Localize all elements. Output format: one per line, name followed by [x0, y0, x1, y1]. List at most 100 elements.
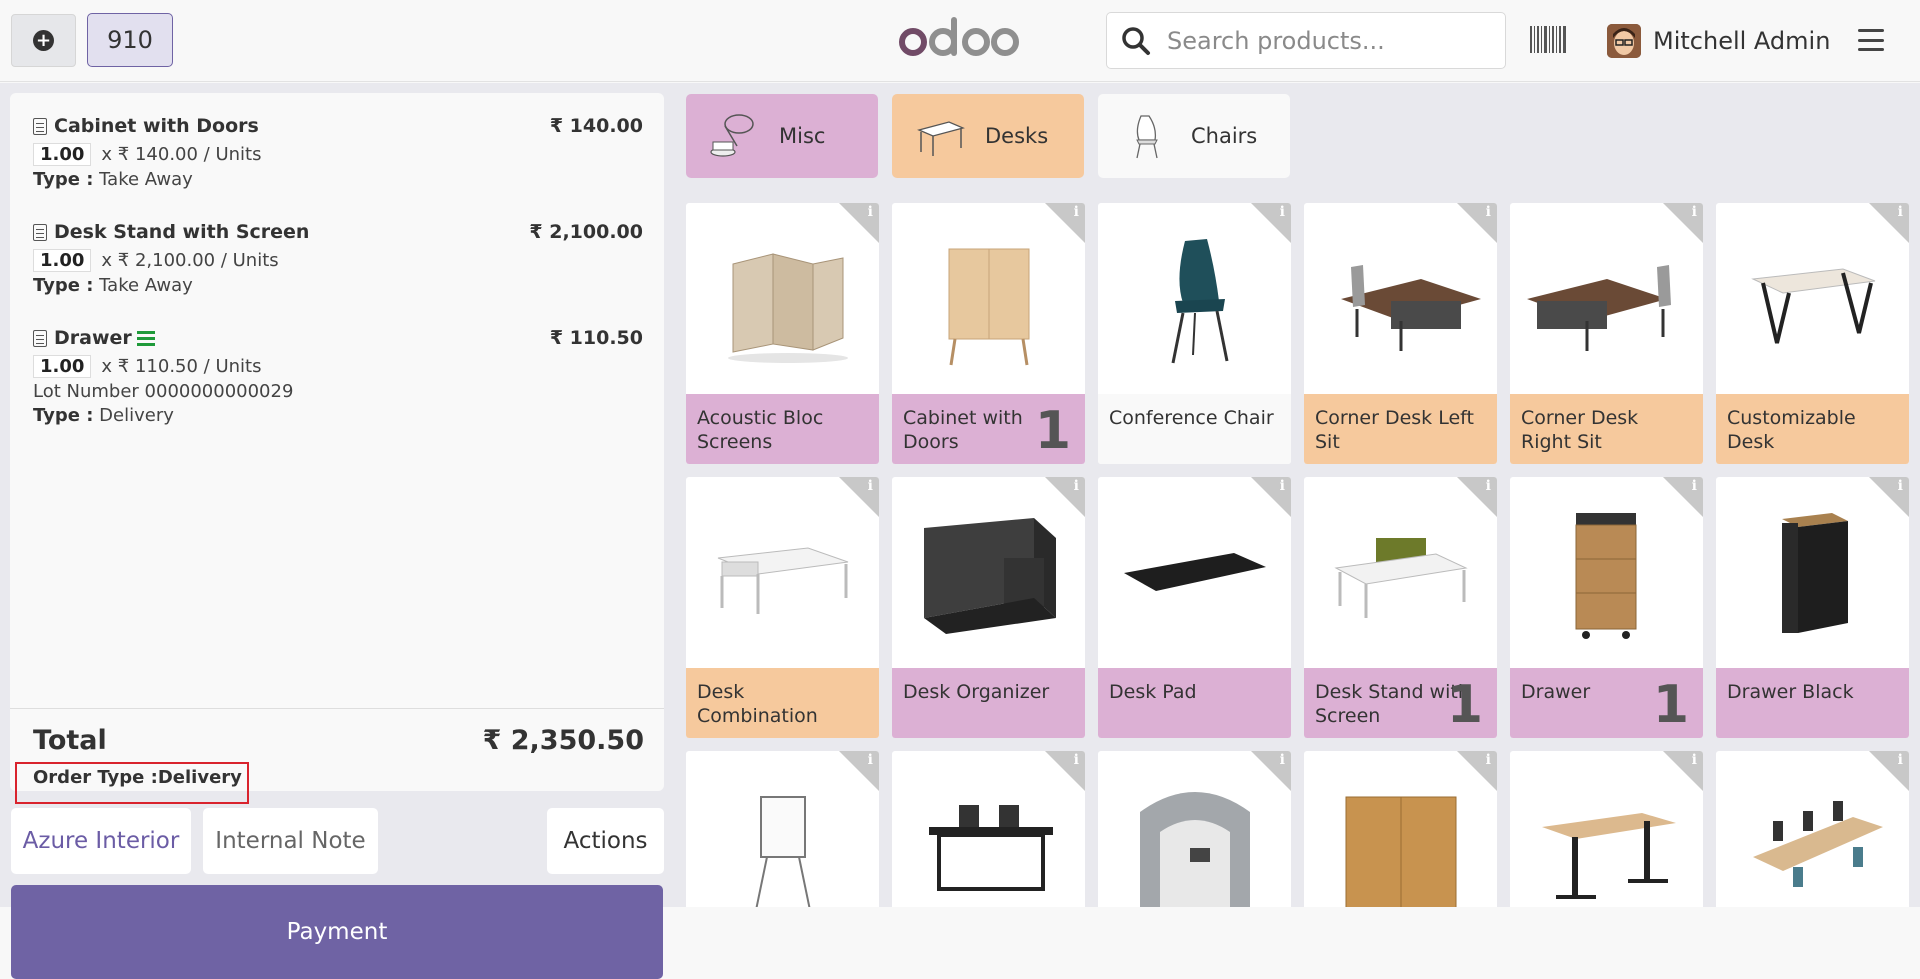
product-name: Corner Desk Right Sit: [1510, 394, 1703, 464]
category-label: Chairs: [1191, 124, 1258, 148]
category-desks[interactable]: Desks: [892, 94, 1084, 178]
user-menu[interactable]: Mitchell Admin: [1607, 23, 1830, 59]
info-icon[interactable]: i: [868, 752, 873, 768]
product-card[interactable]: i Drawer 1: [1510, 477, 1703, 738]
quantity-badge: 1: [1034, 401, 1071, 461]
search-input[interactable]: [1167, 26, 1487, 55]
info-icon[interactable]: i: [1280, 478, 1285, 494]
info-icon[interactable]: i: [1486, 478, 1491, 494]
desk-icon: [917, 121, 965, 156]
line-unit-price: x ₹ 140.00 / Units: [101, 144, 262, 165]
barcode-icon[interactable]: [1530, 26, 1566, 53]
product-card[interactable]: i Customizable Desk: [1716, 203, 1909, 464]
customer-button[interactable]: Azure Interior: [11, 808, 191, 874]
category-chairs[interactable]: Chairs: [1098, 94, 1290, 178]
odoo-logo: [899, 17, 1019, 56]
document-icon: [33, 329, 47, 347]
line-qty: 1.00: [33, 143, 92, 166]
line-type-value: Take Away: [93, 275, 193, 296]
total-value: ₹ 2,350.50: [482, 725, 644, 756]
lot-list-icon[interactable]: [136, 330, 155, 346]
product-name: Desk Combination: [686, 668, 879, 738]
product-name: Desk Organizer: [892, 668, 1085, 738]
order-line[interactable]: Cabinet with Doors ₹ 140.00 1.00 x ₹ 140.…: [33, 115, 643, 190]
line-unit-price: x ₹ 110.50 / Units: [101, 356, 262, 377]
product-card[interactable]: i Desk Stand with Screen 1: [1304, 477, 1497, 738]
info-icon[interactable]: i: [1692, 204, 1697, 220]
product-card[interactable]: i: [1098, 751, 1291, 907]
product-card[interactable]: i: [1716, 751, 1909, 907]
info-icon[interactable]: i: [868, 478, 873, 494]
info-icon[interactable]: i: [1898, 204, 1903, 220]
search-icon: [1122, 26, 1150, 55]
order-summary: Total ₹ 2,350.50 Order Type :Delivery: [10, 708, 664, 804]
chair-icon: [1136, 115, 1158, 159]
info-icon[interactable]: i: [868, 204, 873, 220]
line-product-name: Drawer: [54, 327, 132, 349]
quantity-badge: 1: [1446, 675, 1483, 735]
order-line[interactable]: Desk Stand with Screen ₹ 2,100.00 1.00 x …: [33, 221, 643, 296]
menu-icon[interactable]: [1858, 29, 1884, 51]
user-name: Mitchell Admin: [1653, 27, 1831, 55]
product-card[interactable]: i: [1510, 751, 1703, 907]
line-unit-price: x ₹ 2,100.00 / Units: [101, 250, 279, 271]
info-icon[interactable]: i: [1898, 752, 1903, 768]
payment-button[interactable]: Payment: [11, 885, 663, 979]
line-price: ₹ 2,100.00: [529, 221, 643, 243]
info-icon[interactable]: i: [1074, 478, 1079, 494]
lamp-icon: [710, 114, 754, 157]
product-card[interactable]: i Drawer Black: [1716, 477, 1909, 738]
new-order-button[interactable]: +: [11, 14, 76, 67]
info-icon[interactable]: i: [1692, 478, 1697, 494]
order-type: Order Type :Delivery: [15, 762, 249, 804]
product-card[interactable]: i Corner Desk Right Sit: [1510, 203, 1703, 464]
info-icon[interactable]: i: [1898, 478, 1903, 494]
product-pane: Misc Desks Chairs i Acoustic Bloc Screen…: [675, 83, 1920, 907]
product-card[interactable]: i: [686, 751, 879, 907]
internal-note-button[interactable]: Internal Note: [203, 808, 378, 874]
product-card[interactable]: i Desk Organizer: [892, 477, 1085, 738]
line-product-name: Cabinet with Doors: [54, 115, 259, 137]
actions-button[interactable]: Actions: [547, 808, 664, 874]
top-bar: + 910 Mitchell Admin: [0, 0, 1920, 82]
line-type-value: Delivery: [93, 405, 174, 426]
line-price: ₹ 140.00: [549, 115, 643, 137]
product-name: Conference Chair: [1098, 394, 1291, 464]
line-price: ₹ 110.50: [549, 327, 643, 349]
product-card[interactable]: i Corner Desk Left Sit: [1304, 203, 1497, 464]
product-card[interactable]: i Conference Chair: [1098, 203, 1291, 464]
product-name: Desk Pad: [1098, 668, 1291, 738]
order-pane: Cabinet with Doors ₹ 140.00 1.00 x ₹ 140.…: [0, 83, 675, 979]
line-type-value: Take Away: [93, 169, 193, 190]
category-label: Misc: [779, 124, 826, 148]
product-card[interactable]: i: [1304, 751, 1497, 907]
product-card[interactable]: i Acoustic Bloc Screens: [686, 203, 879, 464]
order-line[interactable]: Drawer ₹ 110.50 1.00 x ₹ 110.50 / Units L…: [33, 327, 643, 426]
line-lot-number: Lot Number 0000000000029: [33, 381, 294, 402]
product-name: Acoustic Bloc Screens: [686, 394, 879, 464]
line-type-label: Type :: [33, 275, 94, 296]
document-icon: [33, 117, 47, 135]
info-icon[interactable]: i: [1280, 204, 1285, 220]
product-card[interactable]: i Desk Combination: [686, 477, 879, 738]
product-card[interactable]: i Cabinet with Doors 1: [892, 203, 1085, 464]
line-type-label: Type :: [33, 169, 94, 190]
info-icon[interactable]: i: [1486, 204, 1491, 220]
info-icon[interactable]: i: [1074, 204, 1079, 220]
product-card[interactable]: i Desk Pad: [1098, 477, 1291, 738]
order-lines: Cabinet with Doors ₹ 140.00 1.00 x ₹ 140.…: [10, 93, 664, 713]
search-bar: [1106, 12, 1506, 69]
product-name: Customizable Desk: [1716, 394, 1909, 464]
product-card[interactable]: i: [892, 751, 1085, 907]
info-icon[interactable]: i: [1280, 752, 1285, 768]
avatar: [1607, 24, 1641, 58]
info-icon[interactable]: i: [1692, 752, 1697, 768]
product-name: Corner Desk Left Sit: [1304, 394, 1497, 464]
info-icon[interactable]: i: [1074, 752, 1079, 768]
category-label: Desks: [985, 124, 1049, 148]
category-misc[interactable]: Misc: [686, 94, 878, 178]
document-icon: [33, 223, 47, 241]
line-product-name: Desk Stand with Screen: [54, 221, 310, 243]
order-number-button[interactable]: 910: [87, 13, 173, 67]
info-icon[interactable]: i: [1486, 752, 1491, 768]
